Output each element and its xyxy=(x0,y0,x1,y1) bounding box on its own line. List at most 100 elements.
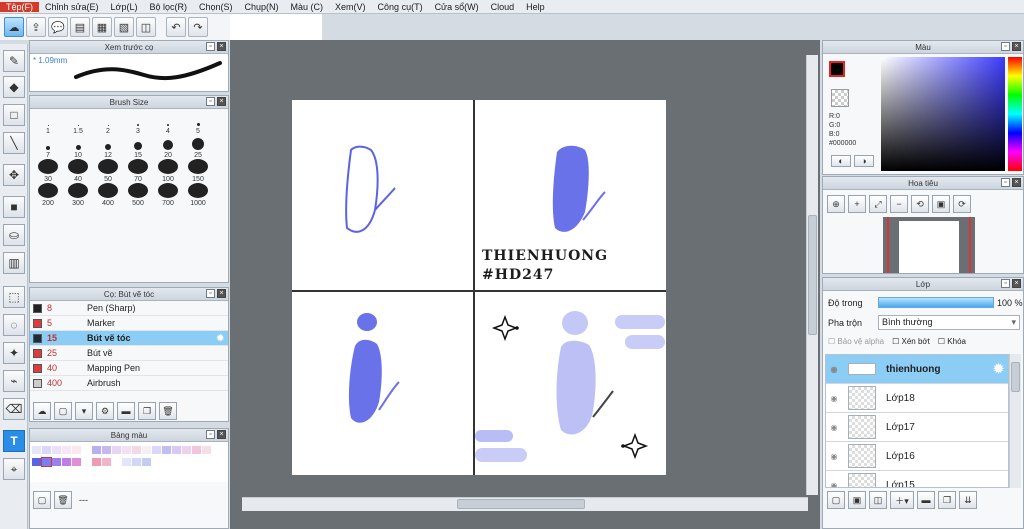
brush-size-option[interactable]: 200 xyxy=(33,183,63,207)
rect-select-tool-icon[interactable]: ⬚ xyxy=(3,286,25,308)
palette-swatch[interactable] xyxy=(52,458,61,466)
brush-list-item[interactable]: 400 Airbrush xyxy=(30,376,228,391)
navigator-thumbnail[interactable] xyxy=(883,217,975,273)
brush-menu-icon[interactable]: ▾ xyxy=(75,402,93,420)
lock-checkbox[interactable]: ☐ Khóa xyxy=(938,337,966,346)
brush-size-option[interactable]: 50 xyxy=(93,159,123,183)
brush-size-option[interactable]: 300 xyxy=(63,183,93,207)
brush-size-option[interactable]: 20 xyxy=(153,135,183,159)
blend-mode-select[interactable]: Bình thường ▾ xyxy=(878,315,1020,330)
brush-size-option[interactable]: 70 xyxy=(123,159,153,183)
menu-cloud[interactable]: Cloud xyxy=(485,2,521,12)
layer-row[interactable]: ◉ Lớp17 xyxy=(826,413,1008,442)
cloud-brush-icon[interactable]: ☁ xyxy=(33,402,51,420)
palette-swatch[interactable] xyxy=(152,446,161,454)
brush-size-option[interactable]: 2 xyxy=(93,111,123,135)
palette-swatch[interactable] xyxy=(132,446,141,454)
magic-wand-tool-icon[interactable]: ✦ xyxy=(3,342,25,364)
brush-size-option[interactable]: 30 xyxy=(33,159,63,183)
brush-size-option[interactable]: 150 xyxy=(183,159,213,183)
palette-swatch[interactable] xyxy=(202,446,211,454)
add-layer-menu-icon[interactable]: ＋▾ xyxy=(890,491,914,509)
layer-row[interactable]: ◉ Lớp15 xyxy=(826,471,1008,487)
palette-swatch[interactable] xyxy=(92,446,101,454)
close-icon[interactable]: × xyxy=(1012,279,1021,288)
duplicate-icon[interactable]: ❐ xyxy=(138,402,156,420)
rotate-right-icon[interactable]: ⟳ xyxy=(953,195,971,213)
palette-swatch[interactable] xyxy=(62,458,71,466)
float-icon[interactable]: ▫ xyxy=(1001,279,1010,288)
palette-swatch[interactable] xyxy=(172,446,181,454)
menu-help[interactable]: Help xyxy=(520,2,551,12)
zoom-full-icon[interactable]: ⤢ xyxy=(869,195,887,213)
merge-layer-icon[interactable]: ⇊ xyxy=(959,491,977,509)
redo-icon[interactable]: ↷ xyxy=(188,17,208,37)
protect-alpha-checkbox[interactable]: ☐ Bảo vệ alpha xyxy=(828,337,884,346)
float-icon[interactable]: ▫ xyxy=(1001,42,1010,51)
palette-swatch[interactable] xyxy=(142,458,151,466)
palette-swatch[interactable] xyxy=(41,457,52,467)
zoom-fit-icon[interactable]: ⊕ xyxy=(827,195,845,213)
close-icon[interactable]: × xyxy=(217,289,226,298)
menu-snap[interactable]: Chụp(N) xyxy=(239,2,285,12)
opacity-slider[interactable] xyxy=(878,297,994,308)
new-layer-alt-icon[interactable]: ▣ xyxy=(848,491,866,509)
eraser-tool-icon[interactable]: ◆ xyxy=(3,76,25,98)
close-icon[interactable]: × xyxy=(217,430,226,439)
menu-color[interactable]: Màu (C) xyxy=(285,2,330,12)
layer-row[interactable]: ◉ thienhuong ✹ xyxy=(826,355,1008,384)
bucket-tool-icon[interactable]: ⛀ xyxy=(3,224,25,246)
palette-swatch[interactable] xyxy=(102,446,111,454)
gear-icon[interactable]: ✹ xyxy=(993,361,1004,377)
palette-swatch[interactable] xyxy=(72,446,81,454)
cloud-icon[interactable]: ☁ xyxy=(4,17,24,37)
eyedropper-tool-icon[interactable]: ⌖ xyxy=(3,458,25,480)
lasso-tool-icon[interactable]: ◌ xyxy=(3,314,25,336)
visibility-icon[interactable]: ◉ xyxy=(826,423,842,432)
brush-size-option[interactable]: 15 xyxy=(123,135,153,159)
palette-swatch[interactable] xyxy=(162,446,171,454)
menu-filter[interactable]: Bộ lọc(R) xyxy=(143,2,193,12)
brush-size-option[interactable]: 7 xyxy=(33,135,63,159)
palette-swatch[interactable] xyxy=(92,458,101,466)
gradient-tool-icon[interactable]: ▥ xyxy=(3,252,25,274)
new-layer-copy-icon[interactable]: ◫ xyxy=(869,491,887,509)
gear-icon[interactable]: ✹ xyxy=(216,333,224,344)
transparent-color-swatch[interactable] xyxy=(831,89,849,107)
brush-size-option[interactable]: 700 xyxy=(153,183,183,207)
canvas-scrollbar-vertical[interactable] xyxy=(806,55,818,495)
palette-swatch[interactable] xyxy=(182,446,191,454)
move-tool-icon[interactable]: ✥ xyxy=(3,164,25,186)
text-tool-icon[interactable]: T xyxy=(3,430,25,452)
close-icon[interactable]: × xyxy=(217,42,226,51)
layer-row[interactable]: ◉ Lớp18 xyxy=(826,384,1008,413)
close-icon[interactable]: × xyxy=(217,97,226,106)
palette-swatch[interactable] xyxy=(122,446,131,454)
brush-size-option[interactable]: 10 xyxy=(63,135,93,159)
layer-row[interactable]: ◉ Lớp16 xyxy=(826,442,1008,471)
palette-swatch[interactable] xyxy=(32,446,41,454)
float-icon[interactable]: ▫ xyxy=(206,430,215,439)
brush-size-option[interactable]: 4 xyxy=(153,111,183,135)
delete-icon[interactable]: 🗑 xyxy=(159,402,177,420)
close-icon[interactable]: × xyxy=(1012,178,1021,187)
palette-swatch[interactable] xyxy=(42,446,51,454)
brush-size-option[interactable]: 25 xyxy=(183,135,213,159)
menu-layer[interactable]: Lớp(L) xyxy=(105,2,144,12)
close-icon[interactable]: × xyxy=(1012,42,1021,51)
menu-select[interactable]: Chọn(S) xyxy=(193,2,239,12)
zoom-in-icon[interactable]: + xyxy=(848,195,866,213)
delete-palette-icon[interactable]: 🗑 xyxy=(54,491,72,509)
clipping-checkbox[interactable]: ☐ Xén bớt xyxy=(892,337,930,346)
new-brush-icon[interactable]: ▢ xyxy=(54,402,72,420)
menu-file[interactable]: Tệp(F) xyxy=(0,1,39,12)
color-slider-icon[interactable]: ◑ xyxy=(854,155,874,167)
foreground-color-swatch[interactable] xyxy=(829,61,845,77)
brush-list-item[interactable]: 40 Mapping Pen xyxy=(30,361,228,376)
brush-size-option[interactable]: 1000 xyxy=(183,183,213,207)
palette-swatch[interactable] xyxy=(72,458,81,466)
brush-list-item[interactable]: 8 Pen (Sharp) xyxy=(30,301,228,316)
palette-swatch[interactable] xyxy=(132,458,141,466)
brush-tool-icon[interactable]: ✎ xyxy=(3,50,25,72)
saturation-value-field[interactable] xyxy=(881,57,1005,171)
